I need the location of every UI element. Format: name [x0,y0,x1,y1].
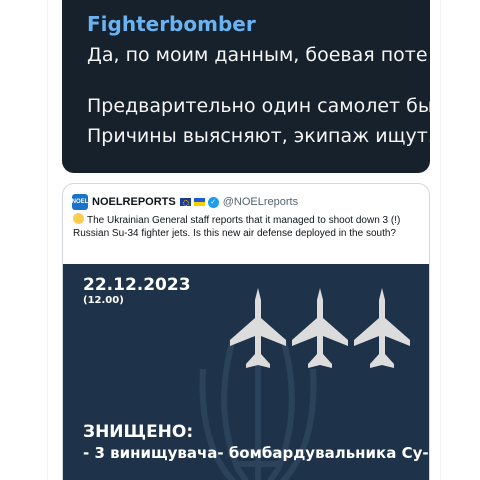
telegram-screenshot-media[interactable]: Fighterbomber Да, по моим данным, боевая… [62,0,430,173]
jet-icon [354,288,410,368]
astonished-face-icon [73,213,84,224]
infographic-time: (12.00) [83,295,124,306]
eu-flag-icon [179,198,191,206]
column-divider-right [440,0,441,480]
avatar[interactable]: NOEL [72,194,88,210]
column-divider-left [47,0,48,480]
ukraine-flag-icon [193,198,205,206]
telegram-message-line: Причины выясняют, экипаж ищут. [87,125,430,147]
quoted-tweet-header: NOEL NOELREPORTS ✓ @NOELreports [72,194,298,210]
su34-jets-illustration [230,288,410,368]
telegram-message-line: Предварительно один самолет бы [87,95,430,117]
infographic-destroyed-heading: ЗНИЩЕНО: [83,422,194,442]
infographic-destroyed-detail: - 3 винищувача- бомбардувальника Су-34 [83,444,430,462]
quoted-tweet-body: The Ukrainian General staff reports that… [73,215,401,239]
telegram-message-line: Да, по моим данным, боевая поте [87,44,428,66]
quoted-tweet-text: The Ukrainian General staff reports that… [73,213,423,240]
infographic-date: 22.12.2023 [83,275,191,295]
infographic-image[interactable]: 22.12.2023 (12.00) ЗНИЩЕНО: - 3 винищува… [63,264,430,480]
author-display-name[interactable]: NOELREPORTS [92,196,176,208]
jet-icon [230,288,286,368]
jet-icon [292,288,348,368]
author-handle[interactable]: @NOELreports [223,196,298,208]
verified-badge-icon: ✓ [207,196,219,208]
telegram-author-name: Fighterbomber [87,12,256,36]
quoted-tweet-card[interactable]: NOEL NOELREPORTS ✓ @NOELreports The Ukra… [62,183,430,480]
